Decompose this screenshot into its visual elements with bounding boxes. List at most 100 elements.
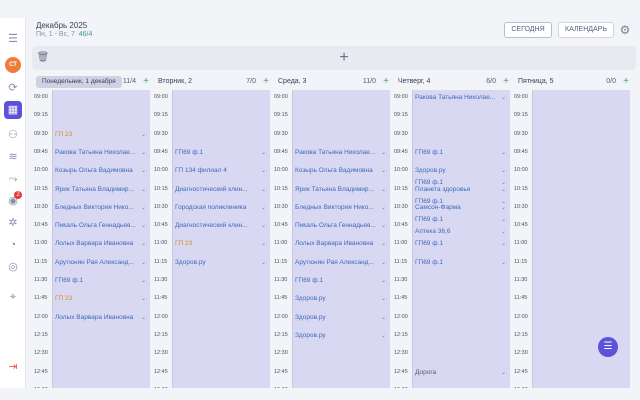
event-item[interactable]: Арутюнян Рая Александ... — [295, 259, 379, 267]
event-item[interactable]: Лолых Варвара Ивановна — [295, 240, 379, 248]
location-icon[interactable]: ⌖ — [6, 290, 20, 304]
chevron-down-icon[interactable]: ⌄ — [501, 240, 506, 248]
event-item[interactable]: Бледных Виктория Нико... — [55, 204, 139, 212]
chevron-down-icon[interactable]: ⌄ — [141, 131, 146, 139]
calendar-icon[interactable]: ▦ — [4, 101, 22, 119]
event-item[interactable]: ГП69 ф.1 — [295, 277, 379, 285]
chevron-down-icon[interactable]: ⌄ — [381, 149, 386, 157]
event-item[interactable]: Арутюнян Рая Александ... — [55, 259, 139, 267]
event-item[interactable]: Здоров.ру — [295, 314, 379, 322]
pie-chart-icon[interactable]: ◔ — [6, 238, 20, 252]
chevron-down-icon[interactable]: ⌄ — [141, 186, 146, 194]
chevron-down-icon[interactable]: ⌄ — [381, 314, 386, 322]
event-item[interactable]: ГП 23 — [55, 131, 139, 139]
trash-icon[interactable]: 🗑 — [36, 51, 50, 65]
chevron-down-icon[interactable]: ⌄ — [141, 240, 146, 248]
chevron-down-icon[interactable]: ⌄ — [381, 259, 386, 267]
event-item[interactable]: ГП69 ф.1 — [415, 259, 499, 267]
avatar[interactable]: СТ — [5, 57, 21, 73]
chevron-down-icon[interactable]: ⌄ — [501, 149, 506, 157]
event-item[interactable]: Планета здоровья — [415, 186, 499, 194]
add-event-button[interactable]: + — [263, 74, 269, 90]
event-item[interactable]: ГП 23 — [55, 295, 139, 303]
chevron-down-icon[interactable]: ⌄ — [381, 240, 386, 248]
event-item[interactable]: Пикаль Ольга Геннадьев... — [295, 222, 379, 230]
chevron-down-icon[interactable]: ⌄ — [261, 149, 266, 157]
notifications-icon[interactable]: ◉ 2 — [6, 191, 22, 208]
chevron-down-icon[interactable]: ⌄ — [501, 228, 506, 236]
chevron-down-icon[interactable]: ⌄ — [501, 259, 506, 267]
route-icon[interactable]: ⤳ — [6, 172, 20, 186]
event-item[interactable]: Бледных Виктория Нико... — [295, 204, 379, 212]
chevron-down-icon[interactable]: ⌄ — [501, 94, 506, 102]
event-item[interactable]: Городская поликлиника — [175, 204, 259, 212]
chevron-down-icon[interactable]: ⌄ — [141, 149, 146, 157]
events-lane[interactable]: ГП 23 ⌄ Ракова Татьяна Николае... ⌄ Козырь О… — [52, 90, 150, 388]
events-lane[interactable]: Ракова Татьяна Николае... ⌄ Козырь Ольга В… — [292, 90, 390, 388]
event-item[interactable]: ГП69 ф.1 — [415, 240, 499, 248]
settings-icon[interactable]: ✲ — [6, 216, 20, 230]
chevron-down-icon[interactable]: ⌄ — [141, 295, 146, 303]
chevron-down-icon[interactable]: ⌄ — [501, 204, 506, 212]
event-item[interactable]: Ярик Татьяна Владимир... — [55, 186, 139, 194]
users-icon[interactable]: ⚇ — [6, 128, 20, 142]
event-item[interactable]: Лолых Варвара Ивановна — [55, 240, 139, 248]
layers-icon[interactable]: ≋ — [6, 150, 20, 164]
chevron-down-icon[interactable]: ⌄ — [381, 295, 386, 303]
add-visit-button[interactable]: + — [334, 48, 354, 68]
event-item[interactable]: ГП69 ф.1 — [415, 149, 499, 157]
chevron-down-icon[interactable]: ⌄ — [501, 167, 506, 175]
chevron-down-icon[interactable]: ⌄ — [261, 240, 266, 248]
event-item[interactable]: Здоров.ру — [415, 167, 499, 175]
add-event-button[interactable]: + — [143, 74, 149, 90]
event-item[interactable]: Здоров.ру — [295, 295, 379, 303]
chevron-down-icon[interactable]: ⌄ — [141, 277, 146, 285]
logout-icon[interactable]: ⇥ — [6, 360, 20, 374]
chevron-down-icon[interactable]: ⌄ — [261, 222, 266, 230]
event-item[interactable]: Самсон-Фарма — [415, 204, 499, 212]
chevron-down-icon[interactable]: ⌄ — [141, 259, 146, 267]
event-item[interactable]: Ракова Татьяна Николае... — [55, 149, 139, 157]
event-item[interactable]: Ракова Татьяна Николае... — [295, 149, 379, 157]
chevron-down-icon[interactable]: ⌄ — [141, 222, 146, 230]
chevron-down-icon[interactable]: ⌄ — [141, 314, 146, 322]
event-item[interactable]: Лолых Варвара Ивановна — [55, 314, 139, 322]
events-lane[interactable]: ГП69 ф.1 ⌄ ГП 134 филиал 4 ⌄ Диагностический… — [172, 90, 270, 388]
add-event-button[interactable]: + — [383, 74, 389, 90]
analytics-icon[interactable]: ◎ — [6, 260, 20, 274]
event-item[interactable]: Здоров.ру — [175, 259, 259, 267]
chevron-down-icon[interactable]: ⌄ — [501, 186, 506, 194]
event-item[interactable]: Ярик Татьяна Владимир... — [295, 186, 379, 194]
event-item[interactable]: ГП69 ф.1 — [415, 216, 499, 224]
today-button[interactable]: СЕГОДНЯ — [504, 22, 552, 38]
chevron-down-icon[interactable]: ⌄ — [261, 204, 266, 212]
event-item[interactable]: Ракова Татьяна Николае... — [415, 94, 499, 102]
event-item[interactable]: ГП 134 филиал 4 — [175, 167, 259, 175]
chevron-down-icon[interactable]: ⌄ — [141, 204, 146, 212]
chevron-down-icon[interactable]: ⌄ — [381, 222, 386, 230]
event-item[interactable]: ГП69 ф.1 — [175, 149, 259, 157]
event-item[interactable]: Пикаль Ольга Геннадьев... — [55, 222, 139, 230]
chevron-down-icon[interactable]: ⌄ — [141, 167, 146, 175]
event-item[interactable]: Козырь Ольга Вадимовна — [55, 167, 139, 175]
event-item[interactable]: Диагностический клин... — [175, 186, 259, 194]
event-item[interactable]: Дорога — [415, 369, 499, 377]
event-item[interactable]: Аптека 36,6 — [415, 228, 499, 236]
chevron-down-icon[interactable]: ⌄ — [381, 332, 386, 340]
chevron-down-icon[interactable]: ⌄ — [501, 216, 506, 224]
chevron-down-icon[interactable]: ⌄ — [501, 369, 506, 377]
event-item[interactable]: Диагностический клин... — [175, 222, 259, 230]
chevron-down-icon[interactable]: ⌄ — [381, 277, 386, 285]
events-lane[interactable]: Ракова Татьяна Николае... ⌄ ГП69 ф.1 ⌄ Здоро… — [412, 90, 510, 388]
chevron-down-icon[interactable]: ⌄ — [381, 186, 386, 194]
add-event-button[interactable]: + — [623, 74, 629, 90]
chevron-down-icon[interactable]: ⌄ — [381, 204, 386, 212]
event-item[interactable]: ГП 23 — [175, 240, 259, 248]
chevron-down-icon[interactable]: ⌄ — [381, 167, 386, 175]
gear-icon[interactable]: ⚙ — [618, 23, 632, 37]
menu-icon[interactable]: ☰ — [6, 32, 20, 46]
chevron-down-icon[interactable]: ⌄ — [261, 186, 266, 194]
add-event-button[interactable]: + — [503, 74, 509, 90]
refresh-icon[interactable]: ⟳ — [6, 81, 20, 95]
list-menu-button[interactable]: ☰ — [598, 337, 618, 357]
